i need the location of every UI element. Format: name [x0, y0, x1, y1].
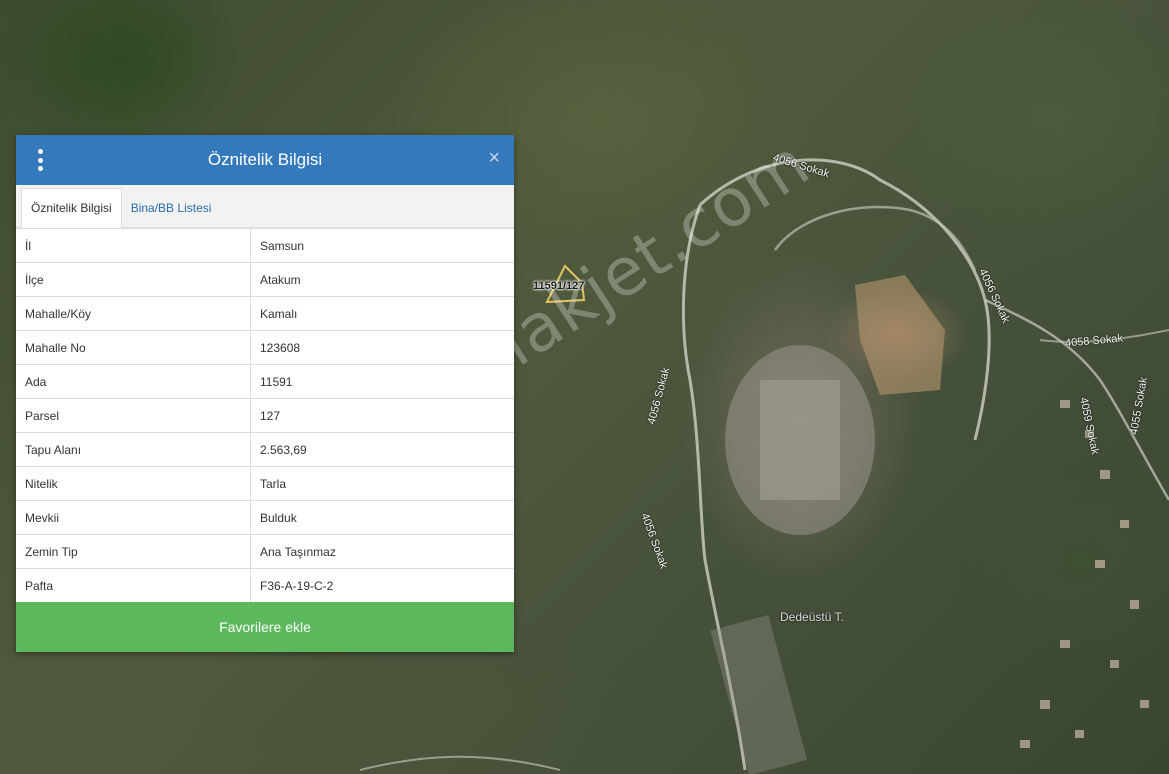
table-row: İl Samsun	[16, 228, 514, 263]
attribute-key: Mevkii	[16, 500, 251, 535]
tab-building-list[interactable]: Bina/BB Listesi	[122, 189, 221, 227]
table-row: Pafta F36-A-19-C-2	[16, 568, 514, 602]
attribute-value: 127	[250, 398, 514, 433]
attribute-key: Zemin Tip	[16, 534, 251, 569]
vertical-ellipsis-icon[interactable]	[34, 149, 46, 171]
attribute-key: Mahalle No	[16, 330, 251, 365]
table-row: Parsel 127	[16, 398, 514, 433]
attribute-key: Tapu Alanı	[16, 432, 251, 467]
attribute-value: Samsun	[250, 228, 514, 263]
add-to-favorites-button[interactable]: Favorilere ekle	[16, 602, 514, 652]
table-row: Mahalle/Köy Kamalı	[16, 296, 514, 331]
attribute-key: Pafta	[16, 568, 251, 602]
table-row: İlçe Atakum	[16, 262, 514, 297]
attribute-key: İl	[16, 228, 251, 263]
attribute-value: Atakum	[250, 262, 514, 297]
parcel-label[interactable]: 11591/127	[533, 280, 584, 292]
panel-header: Öznitelik Bilgisi ×	[16, 135, 514, 185]
table-row: Nitelik Tarla	[16, 466, 514, 501]
table-row: Tapu Alanı 2.563,69	[16, 432, 514, 467]
table-row: Zemin Tip Ana Taşınmaz	[16, 534, 514, 569]
attribute-value: F36-A-19-C-2	[250, 568, 514, 602]
attribute-key: Parsel	[16, 398, 251, 433]
table-row: Mahalle No 123608	[16, 330, 514, 365]
attribute-key: Nitelik	[16, 466, 251, 501]
attribute-key: Mahalle/Köy	[16, 296, 251, 331]
attribute-key: Ada	[16, 364, 251, 399]
attribute-value: Bulduk	[250, 500, 514, 535]
attribute-value: Tarla	[250, 466, 514, 501]
close-icon[interactable]: ×	[488, 148, 500, 168]
attribute-table: İl Samsun İlçe Atakum Mahalle/Köy Kamalı Ma…	[16, 228, 514, 602]
table-row: Mevkii Bulduk	[16, 500, 514, 535]
hill-label: Dedeüstü T.	[780, 610, 844, 624]
attribute-value: 123608	[250, 330, 514, 365]
attribute-value: 2.563,69	[250, 432, 514, 467]
attribute-panel: Öznitelik Bilgisi × Öznitelik Bilgisi Bi…	[16, 135, 514, 652]
panel-title: Öznitelik Bilgisi	[207, 150, 323, 169]
attribute-key: İlçe	[16, 262, 251, 297]
table-row: Ada 11591	[16, 364, 514, 399]
attribute-value: Kamalı	[250, 296, 514, 331]
panel-tabs: Öznitelik Bilgisi Bina/BB Listesi	[16, 185, 514, 228]
attribute-value: Ana Taşınmaz	[250, 534, 514, 569]
attribute-value: 11591	[250, 364, 514, 399]
tab-attribute-info[interactable]: Öznitelik Bilgisi	[21, 188, 122, 228]
